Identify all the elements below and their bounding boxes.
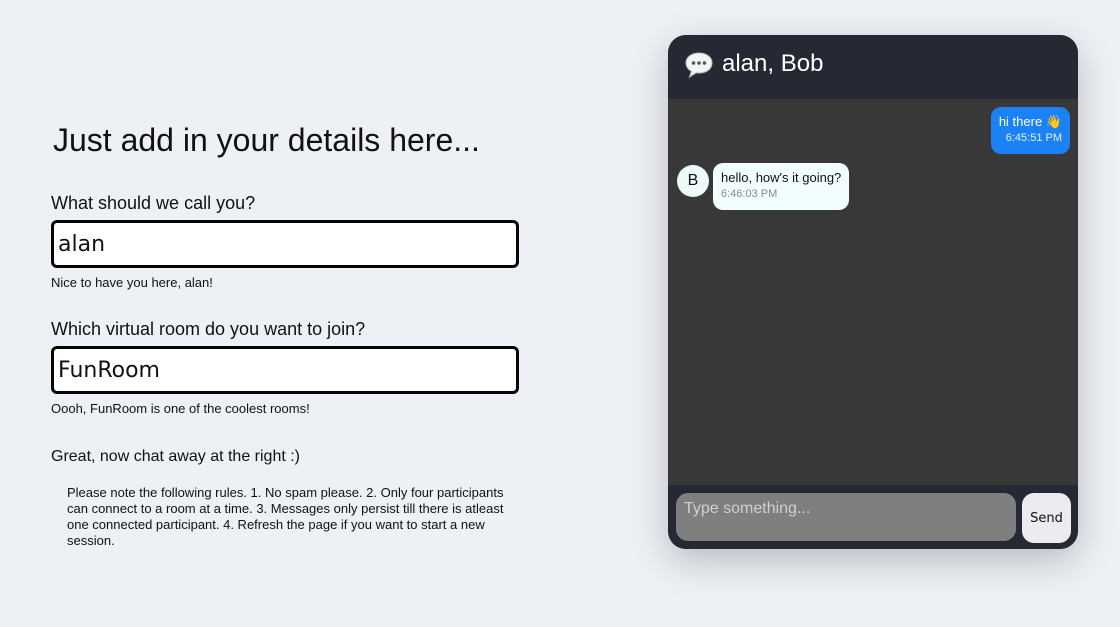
details-form: Just add in your details here... What sh… — [51, 118, 521, 549]
message-text: hello, how's it going? — [721, 170, 842, 185]
name-input[interactable] — [51, 220, 519, 268]
avatar: B — [677, 165, 709, 197]
room-helper-text: Oooh, FunRoom is one of the coolest room… — [51, 401, 310, 416]
message-list: hi there 👋 6:45:51 PM B hello, how's it … — [668, 107, 1078, 485]
form-title: Just add in your details here... — [53, 122, 480, 158]
message-text: hi there 👋 — [998, 114, 1062, 129]
chat-window: alan, Bob hi there 👋 6:45:51 PM B hello,… — [668, 35, 1078, 549]
send-button[interactable]: Send — [1022, 493, 1071, 543]
room-input[interactable] — [51, 346, 519, 394]
rules-text: Please note the following rules. 1. No s… — [67, 485, 504, 548]
speech-bubble-icon — [684, 51, 714, 79]
name-helper-text: Nice to have you here, alan! — [51, 275, 213, 290]
received-message: hello, how's it going? 6:46:03 PM — [713, 163, 850, 210]
name-label: What should we call you? — [51, 193, 256, 213]
chat-title: alan, Bob — [722, 50, 824, 77]
message-composer: Send — [668, 485, 1078, 549]
message-time: 6:45:51 PM — [1005, 132, 1062, 144]
chat-prompt: Great, now chat away at the right :) — [51, 448, 301, 465]
message-time: 6:46:03 PM — [721, 188, 778, 200]
message-input[interactable] — [676, 493, 1016, 541]
sent-message: hi there 👋 6:45:51 PM — [990, 107, 1070, 154]
room-label: Which virtual room do you want to join? — [51, 319, 366, 339]
chat-header: alan, Bob — [668, 35, 1078, 99]
